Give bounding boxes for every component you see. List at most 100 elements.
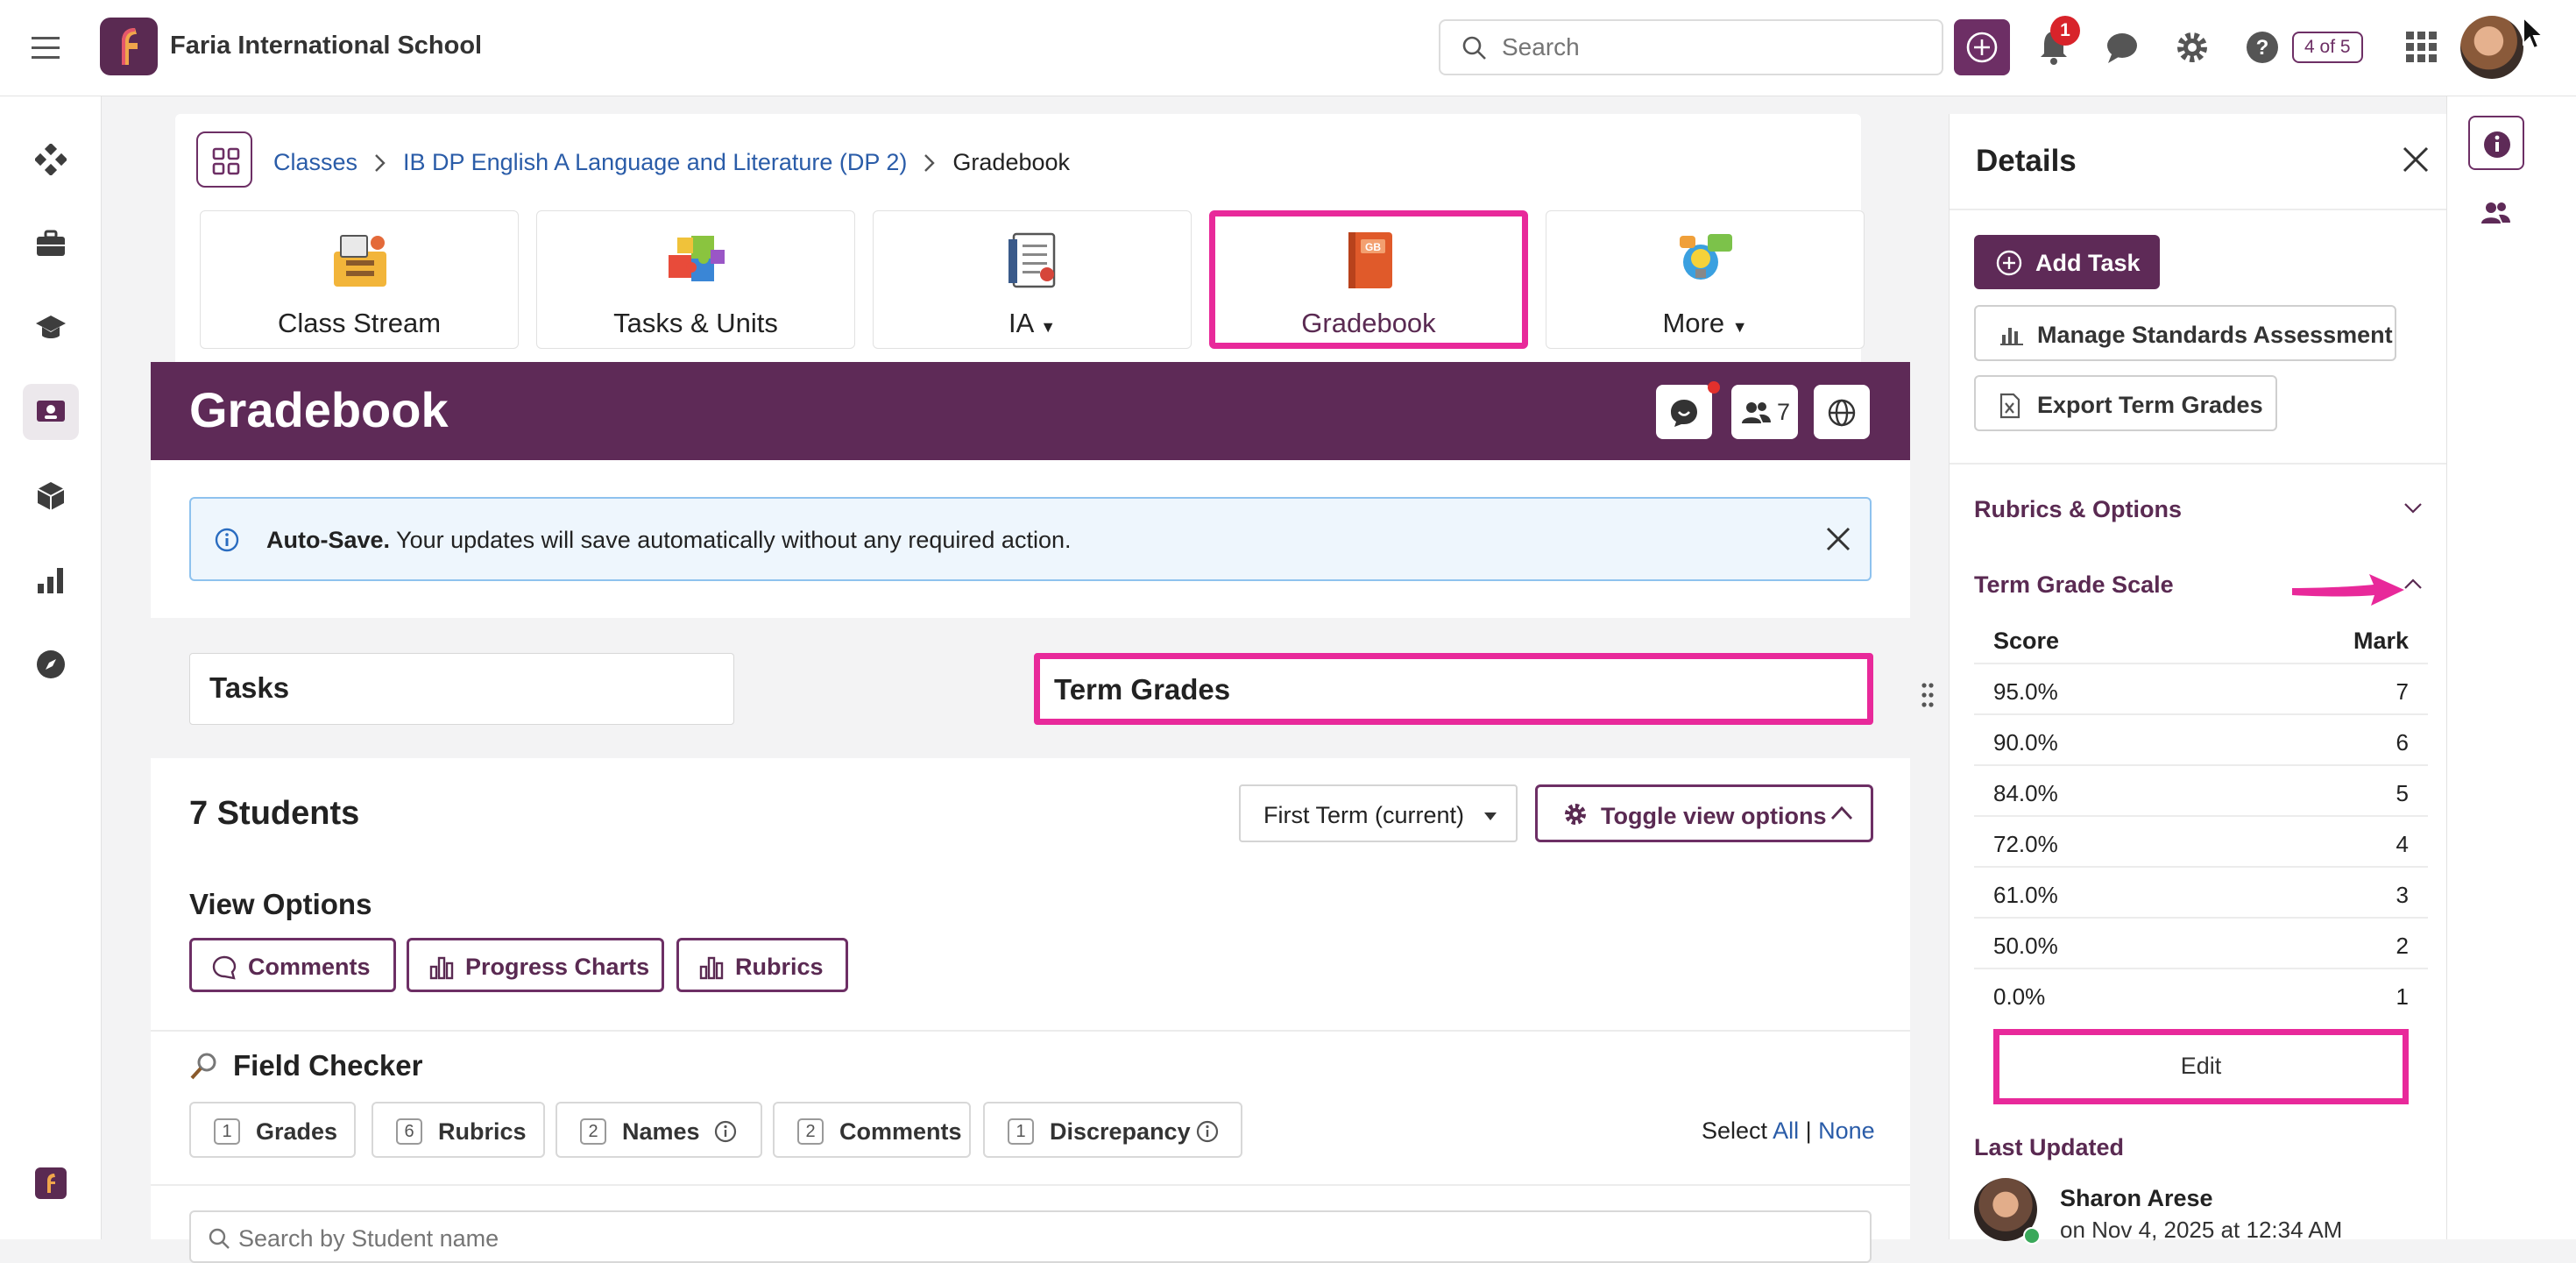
faria-logo[interactable]	[35, 1167, 67, 1199]
select-all-none: Select All | None	[1702, 1118, 1875, 1144]
rubrics-options-accordion[interactable]: Rubrics & Options	[1974, 496, 2423, 523]
select-all-link[interactable]: All	[1773, 1118, 1799, 1144]
tab-term-grades[interactable]: Term Grades	[1034, 653, 1873, 725]
table-row: 90.0% 6	[1974, 715, 2428, 766]
table-row: 84.0% 5	[1974, 766, 2428, 817]
table-row: 50.0% 2	[1974, 919, 2428, 969]
field-chip-names[interactable]: 2 Names	[556, 1102, 762, 1158]
student-search-input[interactable]	[238, 1221, 939, 1256]
drag-handle-icon[interactable]	[1921, 682, 1935, 708]
chevron-right-icon	[375, 153, 386, 172]
search-input[interactable]	[1502, 30, 1922, 65]
last-updated-heading: Last Updated	[1974, 1134, 2125, 1160]
page-title: Gradebook	[189, 382, 449, 437]
caret-down-icon	[1484, 812, 1497, 820]
edit-scale-button[interactable]: Edit	[1993, 1029, 2409, 1104]
gear-icon[interactable]	[2171, 26, 2213, 68]
chevron-up-icon	[1830, 805, 1853, 822]
tile-more[interactable]: More ▼	[1546, 210, 1865, 349]
breadcrumb: Classes IB DP English A Language and Lit…	[273, 149, 1070, 176]
member-count: 7	[1777, 399, 1791, 425]
annotation-arrow-icon	[2289, 565, 2408, 618]
updater-avatar	[1974, 1178, 2041, 1245]
sidebar-item-reports[interactable]	[23, 552, 79, 608]
field-chip-grades[interactable]: 1 Grades	[189, 1102, 356, 1158]
view-options-heading: View Options	[189, 888, 372, 920]
details-panel-button[interactable]	[2468, 116, 2524, 170]
export-term-grades-button[interactable]: Export Term Grades	[1974, 375, 2277, 431]
comments-view-button[interactable]: Comments	[189, 938, 396, 992]
notification-badge: 1	[2050, 16, 2080, 46]
caret-down-icon: ▼	[1731, 318, 1748, 336]
term-grade-scale-table: Score Mark 95.0% 7 90.0% 6 84.0% 5 72.0% 4 61…	[1974, 614, 2428, 1020]
tab-tasks[interactable]: Tasks	[189, 653, 734, 725]
breadcrumb-classes[interactable]: Classes	[273, 149, 357, 176]
manage-standards-button[interactable]: Manage Standards Assessment	[1974, 305, 2396, 361]
compass-icon	[37, 650, 65, 678]
class-chat-button[interactable]	[1656, 385, 1712, 439]
student-search[interactable]	[189, 1210, 1872, 1263]
details-panel: Details Add Task Manage Standards Assess…	[1949, 114, 2447, 1245]
menu-icon[interactable]	[28, 30, 63, 65]
users-icon	[1742, 402, 1771, 423]
puzzle-icon	[665, 229, 728, 292]
classes-board-icon	[37, 401, 65, 422]
add-task-button[interactable]: Add Task	[1974, 235, 2160, 289]
class-menu-button[interactable]	[196, 131, 252, 188]
sidebar-item-academics[interactable]	[23, 300, 79, 356]
chart-icon	[699, 956, 724, 980]
caret-down-icon: ▼	[1040, 318, 1057, 336]
select-none-link[interactable]: None	[1818, 1118, 1875, 1144]
members-panel-button[interactable]	[2468, 186, 2524, 240]
sidebar-item-explore[interactable]	[23, 636, 79, 692]
bar-chart-icon	[2000, 328, 2023, 345]
tile-gradebook[interactable]: GB Gradebook	[1209, 210, 1528, 349]
language-button[interactable]	[1814, 385, 1870, 439]
gear-icon	[1562, 801, 1589, 827]
table-header: Score Mark	[1974, 614, 2428, 664]
class-members-button[interactable]: 7	[1731, 385, 1798, 439]
user-avatar[interactable]	[2460, 16, 2523, 79]
close-icon[interactable]	[2402, 145, 2430, 174]
sidebar-item-resources[interactable]	[23, 468, 79, 524]
graduation-cap-icon	[36, 316, 66, 338]
chart-icon	[429, 956, 454, 980]
auto-save-alert: Auto-Save. Your updates will save automa…	[189, 497, 1872, 581]
plus-circle-icon	[1966, 32, 1998, 63]
table-row: 72.0% 4	[1974, 817, 2428, 868]
info-icon	[1195, 1119, 1220, 1144]
field-chip-comments[interactable]: 2 Comments	[773, 1102, 971, 1158]
field-chip-discrepancy[interactable]: 1 Discrepancy	[983, 1102, 1242, 1158]
help-icon[interactable]: ?	[2241, 26, 2283, 68]
sidebar-item-dashboard[interactable]	[23, 131, 79, 188]
term-select[interactable]: First Term (current)	[1239, 784, 1518, 842]
rubrics-view-button[interactable]: Rubrics	[676, 938, 848, 992]
progress-charts-button[interactable]: Progress Charts	[407, 938, 664, 992]
school-logo[interactable]	[100, 18, 158, 75]
sidebar-item-portfolio[interactable]	[23, 216, 79, 272]
updater-name: Sharon Arese	[2060, 1185, 2213, 1211]
dashboard-diamond-icon	[35, 144, 67, 175]
chat-icon[interactable]	[2101, 26, 2143, 68]
create-button[interactable]	[1954, 19, 2010, 75]
page-counter[interactable]: 4 of 5	[2292, 32, 2363, 63]
mouse-cursor-icon	[2522, 16, 2544, 51]
table-row: 0.0% 1	[1993, 983, 2409, 1010]
view-tabs: Tasks Term Grades	[151, 618, 1910, 758]
more-lightbulb-icon	[1674, 229, 1737, 292]
global-search[interactable]	[1439, 19, 1943, 75]
chevron-down-icon	[2404, 503, 2422, 514]
details-title: Details	[1976, 144, 2077, 178]
tile-tasks-units[interactable]: Tasks & Units	[536, 210, 855, 349]
breadcrumb-class[interactable]: IB DP English A Language and Literature …	[403, 149, 907, 176]
tile-class-stream[interactable]: Class Stream	[200, 210, 519, 349]
sidebar-item-classes[interactable]	[23, 384, 79, 440]
briefcase-icon	[37, 230, 65, 256]
apps-grid-icon[interactable]	[2403, 28, 2441, 67]
info-icon	[713, 1119, 738, 1144]
chat-alert-dot	[1708, 381, 1720, 394]
field-chip-rubrics[interactable]: 6 Rubrics	[372, 1102, 545, 1158]
close-icon[interactable]	[1824, 525, 1852, 553]
toggle-view-options-button[interactable]: Toggle view options	[1535, 784, 1873, 842]
tile-ia[interactable]: IA ▼	[873, 210, 1192, 349]
